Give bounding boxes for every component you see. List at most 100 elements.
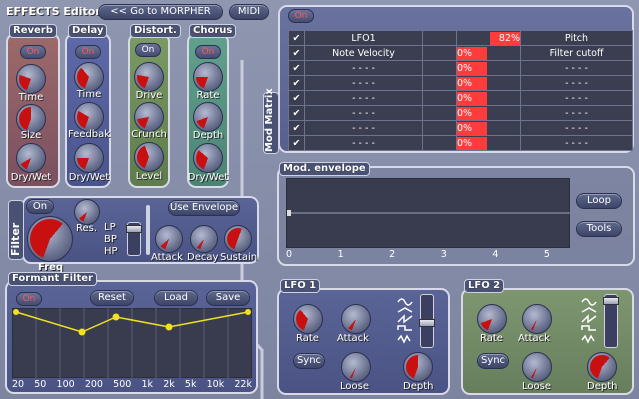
row-source[interactable]: Note Velocity — [304, 45, 423, 61]
row-amount[interactable]: 0% — [456, 135, 521, 151]
formant-curve-display[interactable] — [12, 308, 252, 378]
row-source[interactable]: - - - - — [304, 90, 423, 106]
mod-matrix-on-button[interactable]: On — [288, 9, 314, 23]
filter-sustain-knob[interactable] — [224, 225, 252, 253]
lfo2-loose-knob[interactable] — [522, 352, 552, 382]
row-amount[interactable]: 82% — [456, 30, 521, 46]
distort-drive-knob[interactable] — [134, 62, 164, 92]
formant-label: Formant Filter — [8, 272, 97, 286]
delay-drywet-knob[interactable] — [74, 143, 104, 173]
distort-crunch-knob[interactable] — [134, 102, 164, 132]
reverb-drywet-knob[interactable] — [16, 143, 46, 173]
row-source[interactable]: - - - - — [304, 75, 423, 91]
row-dest[interactable]: - - - - — [520, 60, 633, 76]
delay-drywet-label: Dry/Wet — [68, 172, 110, 183]
chorus-on-button[interactable]: On — [195, 45, 221, 59]
env-tick: 3 — [440, 249, 447, 260]
lfo2-depth-knob[interactable] — [587, 352, 617, 382]
row-dest[interactable]: - - - - — [520, 90, 633, 106]
freq-tick: 5k — [184, 379, 197, 390]
filter-on-button[interactable]: On — [26, 199, 54, 214]
reverb-on-button[interactable]: On — [20, 45, 46, 59]
formant-load-button[interactable]: Load — [154, 290, 198, 306]
row-dest[interactable]: Pitch — [520, 30, 633, 46]
envelope-tools-button[interactable]: Tools — [576, 221, 622, 237]
lfo2-attack-knob[interactable] — [522, 304, 552, 334]
row-dest[interactable]: - - - - — [520, 120, 633, 136]
row-source[interactable]: - - - - — [304, 105, 423, 121]
envelope-loop-button[interactable]: Loop — [576, 193, 622, 209]
amount-value: 0% — [457, 121, 487, 135]
mod-matrix-table: ✔ LFO1 82% Pitch ✔ Note Velocity 0% Filt… — [288, 30, 633, 151]
filter-mode-lp[interactable]: LP — [104, 222, 116, 233]
lfo1-loose-knob[interactable] — [341, 352, 371, 382]
delay-time-label: Time — [76, 89, 102, 100]
row-amount[interactable]: 0% — [456, 60, 521, 76]
lfo1-rate-label: Rate — [296, 333, 319, 344]
lfo2-rate-label: Rate — [480, 333, 503, 344]
filter-attack-knob[interactable] — [155, 225, 183, 253]
row-enable-check[interactable]: ✔ — [288, 135, 305, 151]
delay-feedback-knob[interactable] — [74, 102, 104, 132]
row-dest[interactable]: - - - - — [520, 135, 633, 151]
use-envelope-button[interactable]: Use Envelope — [168, 200, 240, 216]
row-source[interactable]: - - - - — [304, 60, 423, 76]
row-empty — [422, 75, 457, 91]
formant-on-button[interactable]: On — [16, 292, 42, 306]
filter-mode-hp[interactable]: HP — [104, 246, 118, 257]
formant-save-button[interactable]: Save — [206, 290, 250, 306]
mod-envelope-display[interactable] — [286, 178, 570, 248]
chorus-drywet-knob[interactable] — [193, 143, 223, 173]
row-empty — [422, 105, 457, 121]
filter-freq-knob[interactable] — [27, 216, 73, 262]
row-enable-check[interactable]: ✔ — [288, 45, 305, 61]
chorus-rate-knob[interactable] — [193, 62, 223, 92]
lfo1-depth-knob[interactable] — [403, 352, 433, 382]
reverb-time-knob[interactable] — [16, 64, 46, 94]
lfo2-wave-slider[interactable] — [603, 294, 619, 348]
mod-matrix-label: Mod Matrix — [264, 88, 275, 152]
midi-button[interactable]: MIDI — [229, 4, 269, 20]
amount-value: 0% — [457, 76, 487, 90]
row-enable-check[interactable]: ✔ — [288, 75, 305, 91]
filter-env-slider[interactable] — [146, 205, 150, 255]
row-enable-check[interactable]: ✔ — [288, 90, 305, 106]
row-enable-check[interactable]: ✔ — [288, 30, 305, 46]
filter-decay-knob[interactable] — [190, 225, 218, 253]
row-dest[interactable]: - - - - — [520, 75, 633, 91]
lfo1-sync-button[interactable]: Sync — [293, 353, 325, 369]
distort-on-button[interactable]: On — [135, 43, 161, 57]
row-amount[interactable]: 0% — [456, 45, 521, 61]
row-source[interactable]: - - - - — [304, 135, 423, 151]
lfo2-depth-label: Depth — [587, 381, 618, 392]
chorus-depth-knob[interactable] — [193, 102, 223, 132]
row-amount[interactable]: 0% — [456, 120, 521, 136]
lfo2-sync-button[interactable]: Sync — [477, 353, 509, 369]
row-source[interactable]: - - - - — [304, 120, 423, 136]
filter-mode-bp[interactable]: BP — [104, 234, 117, 245]
row-amount[interactable]: 0% — [456, 75, 521, 91]
lfo1-wave-slider[interactable] — [419, 294, 435, 348]
freq-tick: 500 — [113, 379, 132, 390]
row-source[interactable]: LFO1 — [304, 30, 423, 46]
env-tick: 5 — [543, 249, 550, 260]
filter-res-knob[interactable] — [74, 199, 100, 225]
lfo1-rate-knob[interactable] — [293, 304, 323, 334]
row-enable-check[interactable]: ✔ — [288, 60, 305, 76]
lfo1-attack-knob[interactable] — [341, 304, 371, 334]
row-amount[interactable]: 0% — [456, 105, 521, 121]
lfo2-rate-knob[interactable] — [477, 304, 507, 334]
row-enable-check[interactable]: ✔ — [288, 120, 305, 136]
delay-on-button[interactable]: On — [75, 45, 101, 59]
formant-reset-button[interactable]: Reset — [90, 290, 134, 306]
filter-label: Filter — [9, 222, 22, 256]
row-enable-check[interactable]: ✔ — [288, 105, 305, 121]
distort-level-label: Level — [135, 171, 163, 182]
distort-level-knob[interactable] — [134, 142, 164, 172]
row-dest[interactable]: Filter cutoff — [520, 45, 633, 61]
go-to-morpher-button[interactable]: << Go to MORPHER — [98, 4, 223, 20]
row-amount[interactable]: 0% — [456, 90, 521, 106]
filter-mode-slider[interactable] — [126, 222, 142, 256]
delay-time-knob[interactable] — [74, 62, 104, 92]
row-dest[interactable]: - - - - — [520, 105, 633, 121]
